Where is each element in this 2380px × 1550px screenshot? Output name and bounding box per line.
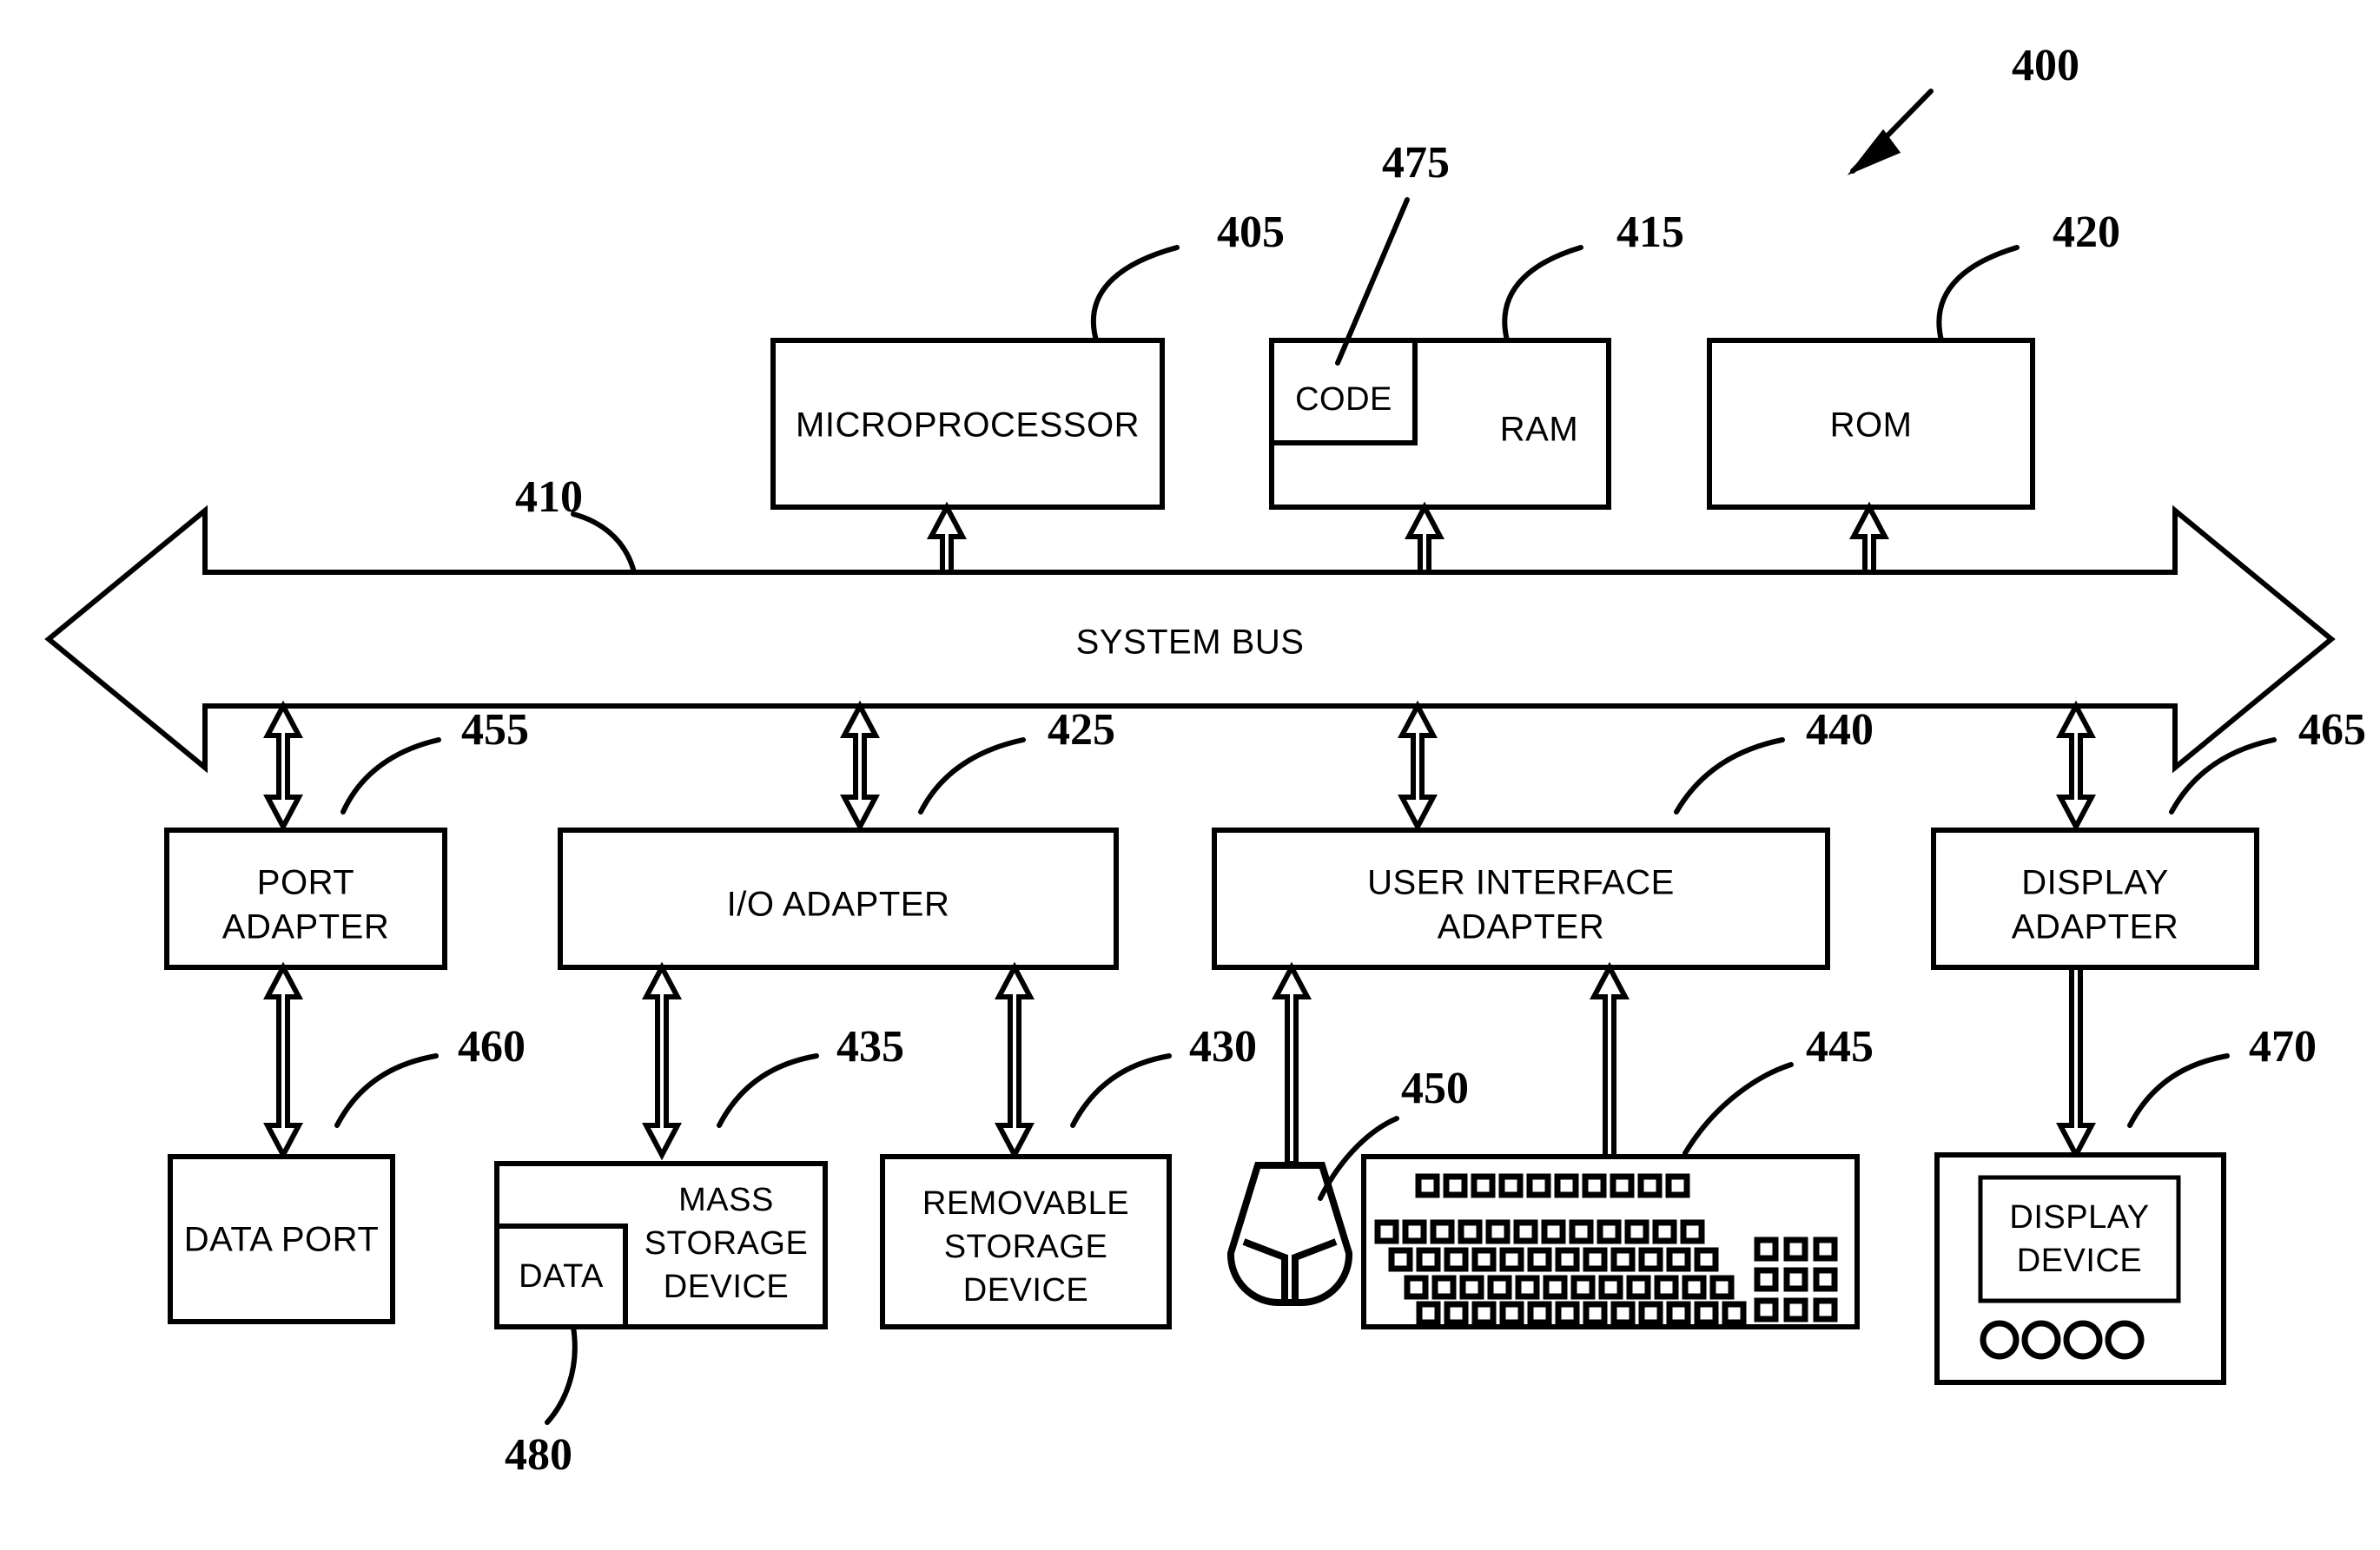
figure-ref-400: 400 [1847,41,2079,175]
connector-mouse-ui-adapter [1272,961,1312,1166]
ram-label: RAM [1500,411,1578,449]
data-port-label: DATA PORT [184,1221,380,1259]
rom-label: ROM [1830,406,1913,445]
connector-bus-port-adapter [263,700,303,833]
data-label: DATA [519,1258,604,1295]
ref-label-480: 480 [505,1430,572,1480]
block-display-device[interactable]: DISPLAY DEVICE [1934,1152,2226,1385]
display-device-screen [1978,1175,2181,1303]
block-display-adapter[interactable]: DISPLAY ADAPTER [1931,828,2259,970]
connector-display-adapter-display-device [2056,965,2096,1161]
ref-label-440: 440 [1806,705,1874,755]
ref-460: 460 [334,1022,526,1128]
ref-445: 445 [1683,1022,1874,1156]
block-mouse[interactable] [1226,1162,1353,1306]
ref-405: 405 [1090,208,1285,343]
ref-label-465: 465 [2298,705,2366,755]
system-bus[interactable]: SYSTEM BUS [44,505,2336,774]
block-port-adapter[interactable]: PORT ADAPTER [164,828,447,970]
ref-440: 440 [1674,705,1874,815]
connector-io-adapter-removable-storage [995,961,1035,1161]
ref-455: 455 [340,705,529,815]
display-button-4[interactable] [2105,1320,2145,1360]
removable-storage-label-line3: DEVICE [963,1272,1088,1309]
connector-io-adapter-mass-storage [642,961,682,1161]
mass-storage-label-line1: MASS [678,1182,774,1218]
ui-adapter-label-line1: USER INTERFACE [1367,864,1675,902]
ref-label-455: 455 [461,705,529,755]
removable-storage-label-line2: STORAGE [944,1229,1108,1265]
display-button-1[interactable] [1980,1320,2020,1360]
mass-storage-label-line2: STORAGE [645,1225,809,1262]
ref-label-460: 460 [458,1022,526,1072]
ref-label-400: 400 [2012,41,2079,90]
block-io-adapter[interactable]: I/O ADAPTER [558,828,1119,970]
display-button-3[interactable] [2063,1320,2103,1360]
microprocessor-label: MICROPROCESSOR [796,406,1140,445]
ui-adapter-label-line2: ADAPTER [1438,908,1604,946]
port-adapter-label-line1: PORT [257,864,354,902]
block-ram[interactable]: CODE RAM [1269,338,1611,510]
ref-label-435: 435 [836,1022,904,1072]
code-label: CODE [1295,381,1392,418]
ref-label-450: 450 [1401,1064,1469,1113]
system-bus-label: SYSTEM BUS [1076,623,1305,662]
connector-bus-ui-adapter [1398,700,1438,833]
port-adapter-label-line2: ADAPTER [222,908,389,946]
ref-label-430: 430 [1189,1022,1257,1072]
display-button-2[interactable] [2021,1320,2061,1360]
ref-label-405: 405 [1217,208,1285,257]
block-diagram-svg: 400 MICROPROCESSOR 405 CODE RAM 475 415 … [44,41,2366,1480]
mouse-icon[interactable] [1226,1162,1353,1306]
io-adapter-label: I/O ADAPTER [727,886,950,924]
connector-keyboard-ui-adapter [1590,961,1630,1166]
block-rom[interactable]: ROM [1707,338,2035,510]
ref-label-470: 470 [2249,1022,2317,1072]
mass-storage-label-line3: DEVICE [664,1269,789,1305]
removable-storage-label-line1: REMOVABLE [922,1185,1129,1222]
block-microprocessor[interactable]: MICROPROCESSOR [770,338,1165,510]
block-ui-adapter[interactable]: USER INTERFACE ADAPTER [1212,828,1830,970]
ref-480: 480 [505,1324,578,1480]
block-removable-storage[interactable]: REMOVABLE STORAGE DEVICE [880,1154,1172,1329]
ref-420: 420 [1936,208,2120,343]
display-adapter-label-line1: DISPLAY [2021,864,2169,902]
keyboard-numpad [1754,1237,1838,1322]
ref-label-425: 425 [1048,705,1115,755]
ref-410: 410 [515,472,637,575]
ref-430: 430 [1070,1022,1257,1128]
ref-425: 425 [918,705,1115,815]
display-device-label-line2: DEVICE [2017,1243,2142,1279]
ref-label-420: 420 [2053,208,2120,257]
block-data-port[interactable]: DATA PORT [168,1154,395,1324]
display-adapter-label-line2: ADAPTER [2012,908,2178,946]
ref-label-415: 415 [1616,208,1684,257]
connector-bus-display-adapter [2056,700,2096,833]
display-device-label-line1: DISPLAY [2009,1199,2149,1236]
connector-port-adapter-data-port [263,961,303,1161]
block-keyboard[interactable] [1361,1154,1860,1329]
ref-475: 475 [1335,138,1450,366]
block-mass-storage[interactable]: DATA MASS STORAGE DEVICE [494,1161,828,1329]
ref-label-445: 445 [1806,1022,1874,1072]
ref-label-410: 410 [515,472,583,522]
figure-canvas: 400 MICROPROCESSOR 405 CODE RAM 475 415 … [0,0,2380,1550]
connector-bus-io-adapter [840,700,880,833]
ref-label-475: 475 [1382,138,1450,188]
ref-435: 435 [717,1022,904,1128]
ref-470: 470 [2127,1022,2317,1128]
ref-415: 415 [1502,208,1684,343]
